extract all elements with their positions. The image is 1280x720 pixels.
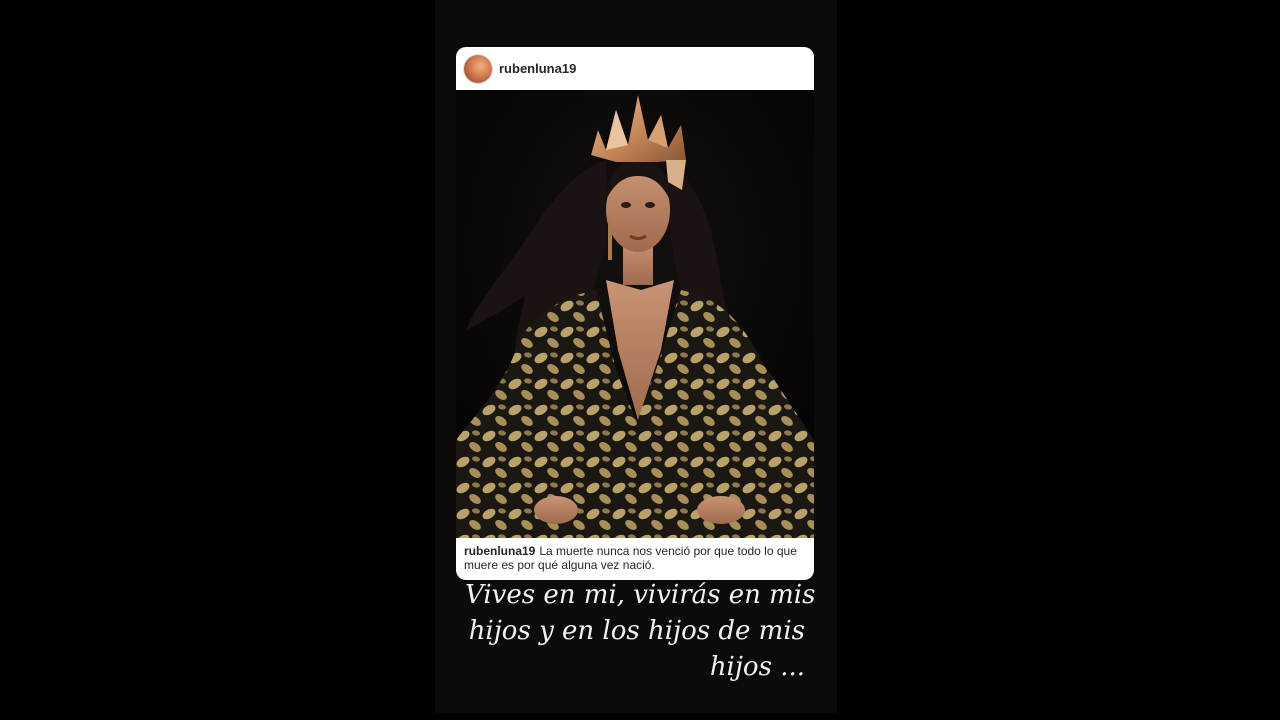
overlay-line-3: hijos ... — [709, 652, 805, 682]
post-header[interactable]: rubenluna19 — [456, 47, 814, 90]
overlay-line-1: Vives en mi, vivirás en mis — [465, 580, 816, 610]
caption-username[interactable]: rubenluna19 — [464, 544, 535, 558]
overlay-line-2: hijos y en los hijos de mis — [468, 616, 805, 646]
story-overlay-text: Vives en mi, vivirás en mis hijos y en l… — [465, 577, 816, 685]
post-caption: rubenluna19 La muerte nunca nos venció po… — [456, 538, 814, 580]
story-frame[interactable]: rubenluna19 rubenluna19 La muerte nunca … — [435, 0, 837, 713]
screen: rubenluna19 rubenluna19 La muerte nunca … — [0, 0, 1280, 720]
profile-avatar[interactable] — [464, 54, 492, 83]
portrait-illustration — [456, 90, 814, 538]
post-username[interactable]: rubenluna19 — [499, 61, 576, 76]
post-photo[interactable] — [456, 90, 814, 538]
shared-post-card[interactable]: rubenluna19 rubenluna19 La muerte nunca … — [456, 47, 814, 580]
